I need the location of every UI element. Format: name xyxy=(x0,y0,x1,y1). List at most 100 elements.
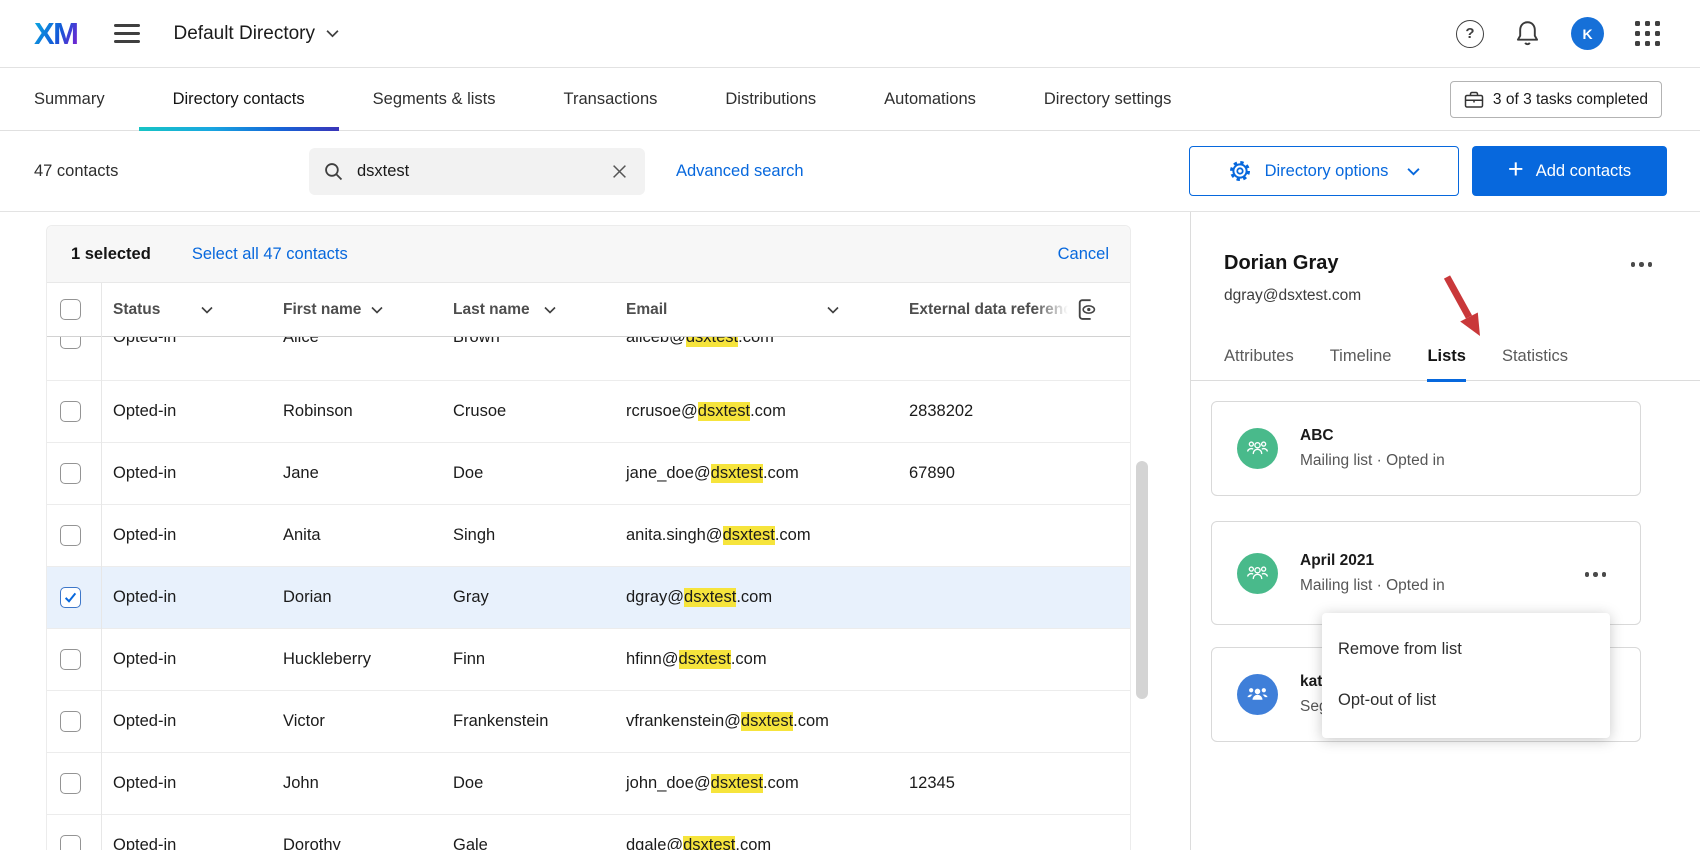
table-row[interactable]: Opted-inAnitaSinghanita.singh@dsxtest.co… xyxy=(47,505,1130,567)
column-visibility-icon[interactable] xyxy=(1074,297,1099,322)
nav-tab-transactions[interactable]: Transactions xyxy=(530,68,692,130)
contact-tab-attributes[interactable]: Attributes xyxy=(1224,347,1294,380)
cell-last-name: Doe xyxy=(441,464,614,483)
row-checkbox[interactable] xyxy=(60,401,81,422)
mailing-list-icon xyxy=(1237,428,1278,469)
list-card-april-2021[interactable]: April 2021 Mailing list · Opted in xyxy=(1211,521,1641,625)
row-checkbox[interactable] xyxy=(60,835,81,850)
clear-search-icon[interactable] xyxy=(608,160,631,183)
column-header-first-name: First name xyxy=(283,301,361,319)
contacts-table: 1 selected Select all 47 contacts Cancel… xyxy=(46,225,1131,850)
cell-first-name: Dorothy xyxy=(271,836,441,850)
cell-email: john_doe@dsxtest.com xyxy=(614,774,897,793)
cell-last-name: Gale xyxy=(441,836,614,850)
contact-tab-lists[interactable]: Lists xyxy=(1427,347,1466,382)
nav-tab-directory-settings[interactable]: Directory settings xyxy=(1010,68,1205,130)
cell-external-data-reference: 67890 xyxy=(897,464,1130,483)
row-checkbox[interactable] xyxy=(60,463,81,484)
cell-status: Opted-in xyxy=(101,650,271,669)
search-highlight: dsxtest xyxy=(679,650,731,669)
column-menu-chevron-icon[interactable] xyxy=(371,306,383,314)
menu-item-remove-from-list[interactable]: Remove from list xyxy=(1322,624,1610,675)
column-menu-chevron-icon[interactable] xyxy=(201,306,213,314)
nav-tab-automations[interactable]: Automations xyxy=(850,68,1010,130)
column-menu-chevron-icon[interactable] xyxy=(544,306,556,314)
nav-tab-label: Transactions xyxy=(564,90,658,109)
cell-status: Opted-in xyxy=(101,402,271,421)
table-row[interactable]: Opted-inJohnDoejohn_doe@dsxtest.com12345 xyxy=(47,753,1130,815)
search-highlight: dsxtest xyxy=(711,774,763,793)
advanced-search-link[interactable]: Advanced search xyxy=(676,131,804,212)
directory-switcher[interactable]: Default Directory xyxy=(174,23,340,45)
select-all-checkbox[interactable] xyxy=(60,299,81,320)
list-name: April 2021 xyxy=(1300,552,1445,570)
xm-logo: XM xyxy=(34,16,78,52)
cell-status: Opted-in xyxy=(101,464,271,483)
row-checkbox[interactable] xyxy=(60,711,81,732)
email-suffix: .com xyxy=(736,588,772,607)
contact-email: dgray@dsxtest.com xyxy=(1224,287,1700,305)
selected-count: 1 selected xyxy=(71,245,151,264)
cell-email: aliceb@dsxtest.com xyxy=(614,337,897,347)
search-input[interactable] xyxy=(357,162,608,181)
row-checkbox[interactable] xyxy=(60,649,81,670)
row-checkbox[interactable] xyxy=(60,773,81,794)
cell-status: Opted-in xyxy=(101,836,271,850)
email-prefix: jane_doe@ xyxy=(626,464,711,483)
top-bar: XM Default Directory ? K xyxy=(0,0,1700,68)
chevron-down-icon xyxy=(326,29,339,38)
row-checkbox[interactable] xyxy=(60,337,81,349)
cell-first-name: Victor xyxy=(271,712,441,731)
nav-tab-segments-lists[interactable]: Segments & lists xyxy=(339,68,530,130)
table-scrollbar[interactable] xyxy=(1136,461,1148,699)
table-row[interactable]: Opted-inHuckleberryFinnhfinn@dsxtest.com xyxy=(47,629,1130,691)
add-contacts-button[interactable]: + Add contacts xyxy=(1472,146,1667,196)
cell-email: vfrankenstein@dsxtest.com xyxy=(614,712,897,731)
table-row[interactable]: Opted-inVictorFrankensteinvfrankenstein@… xyxy=(47,691,1130,753)
row-checkbox[interactable] xyxy=(60,587,81,608)
gear-icon xyxy=(1228,159,1252,183)
cancel-selection-link[interactable]: Cancel xyxy=(1058,245,1109,264)
directory-options-label: Directory options xyxy=(1265,162,1389,181)
nav-tab-label: Segments & lists xyxy=(373,90,496,109)
mailing-list-icon xyxy=(1237,674,1278,715)
column-menu-chevron-icon[interactable] xyxy=(827,306,839,314)
list-actions-menu-icon[interactable] xyxy=(1583,566,1609,583)
list-meta: Mailing list · Opted in xyxy=(1300,577,1445,595)
table-row[interactable]: Opted-inRobinsonCrusoercrusoe@dsxtest.co… xyxy=(47,381,1130,443)
notifications-bell-icon[interactable] xyxy=(1515,20,1540,47)
list-card-abc[interactable]: ABC Mailing list · Opted in xyxy=(1211,401,1641,496)
table-row[interactable]: Opted-inDorianGraydgray@dsxtest.com xyxy=(47,567,1130,629)
contact-tab-timeline[interactable]: Timeline xyxy=(1330,347,1392,380)
help-icon[interactable]: ? xyxy=(1456,20,1484,48)
nav-tab-label: Summary xyxy=(34,90,105,109)
cell-status: Opted-in xyxy=(101,337,271,347)
table-row[interactable]: Opted-inJaneDoejane_doe@dsxtest.com67890 xyxy=(47,443,1130,505)
column-divider xyxy=(101,283,102,850)
email-prefix: rcrusoe@ xyxy=(626,402,698,421)
tasks-completed-button[interactable]: 3 of 3 tasks completed xyxy=(1450,81,1662,118)
nav-tab-distributions[interactable]: Distributions xyxy=(691,68,850,130)
directory-options-button[interactable]: Directory options xyxy=(1189,146,1459,196)
search-highlight: dsxtest xyxy=(741,712,793,731)
table-row[interactable]: Opted-inDorothyGaledgale@dsxtest.com xyxy=(47,815,1130,850)
cell-email: dgray@dsxtest.com xyxy=(614,588,897,607)
user-avatar[interactable]: K xyxy=(1571,17,1604,50)
nav-tab-directory-contacts[interactable]: Directory contacts xyxy=(139,68,339,130)
cell-first-name: Alice xyxy=(271,337,441,347)
apps-grid-icon[interactable] xyxy=(1635,21,1660,46)
cell-status: Opted-in xyxy=(101,588,271,607)
add-contacts-label: Add contacts xyxy=(1536,162,1631,181)
hamburger-menu-icon[interactable] xyxy=(114,24,140,43)
list-name: ABC xyxy=(1300,427,1445,445)
list-meta: Mailing list · Opted in xyxy=(1300,452,1445,470)
contact-tab-statistics[interactable]: Statistics xyxy=(1502,347,1568,380)
tasks-completed-label: 3 of 3 tasks completed xyxy=(1493,91,1648,109)
row-checkbox[interactable] xyxy=(60,525,81,546)
table-row[interactable]: Opted-inAliceBrownaliceb@dsxtest.com xyxy=(47,337,1130,381)
contact-actions-menu-icon[interactable] xyxy=(1629,256,1655,273)
select-all-link[interactable]: Select all 47 contacts xyxy=(192,245,348,264)
nav-tab-summary[interactable]: Summary xyxy=(0,68,139,130)
search-box xyxy=(309,148,645,195)
menu-item-opt-out-of-list[interactable]: Opt-out of list xyxy=(1322,675,1610,726)
